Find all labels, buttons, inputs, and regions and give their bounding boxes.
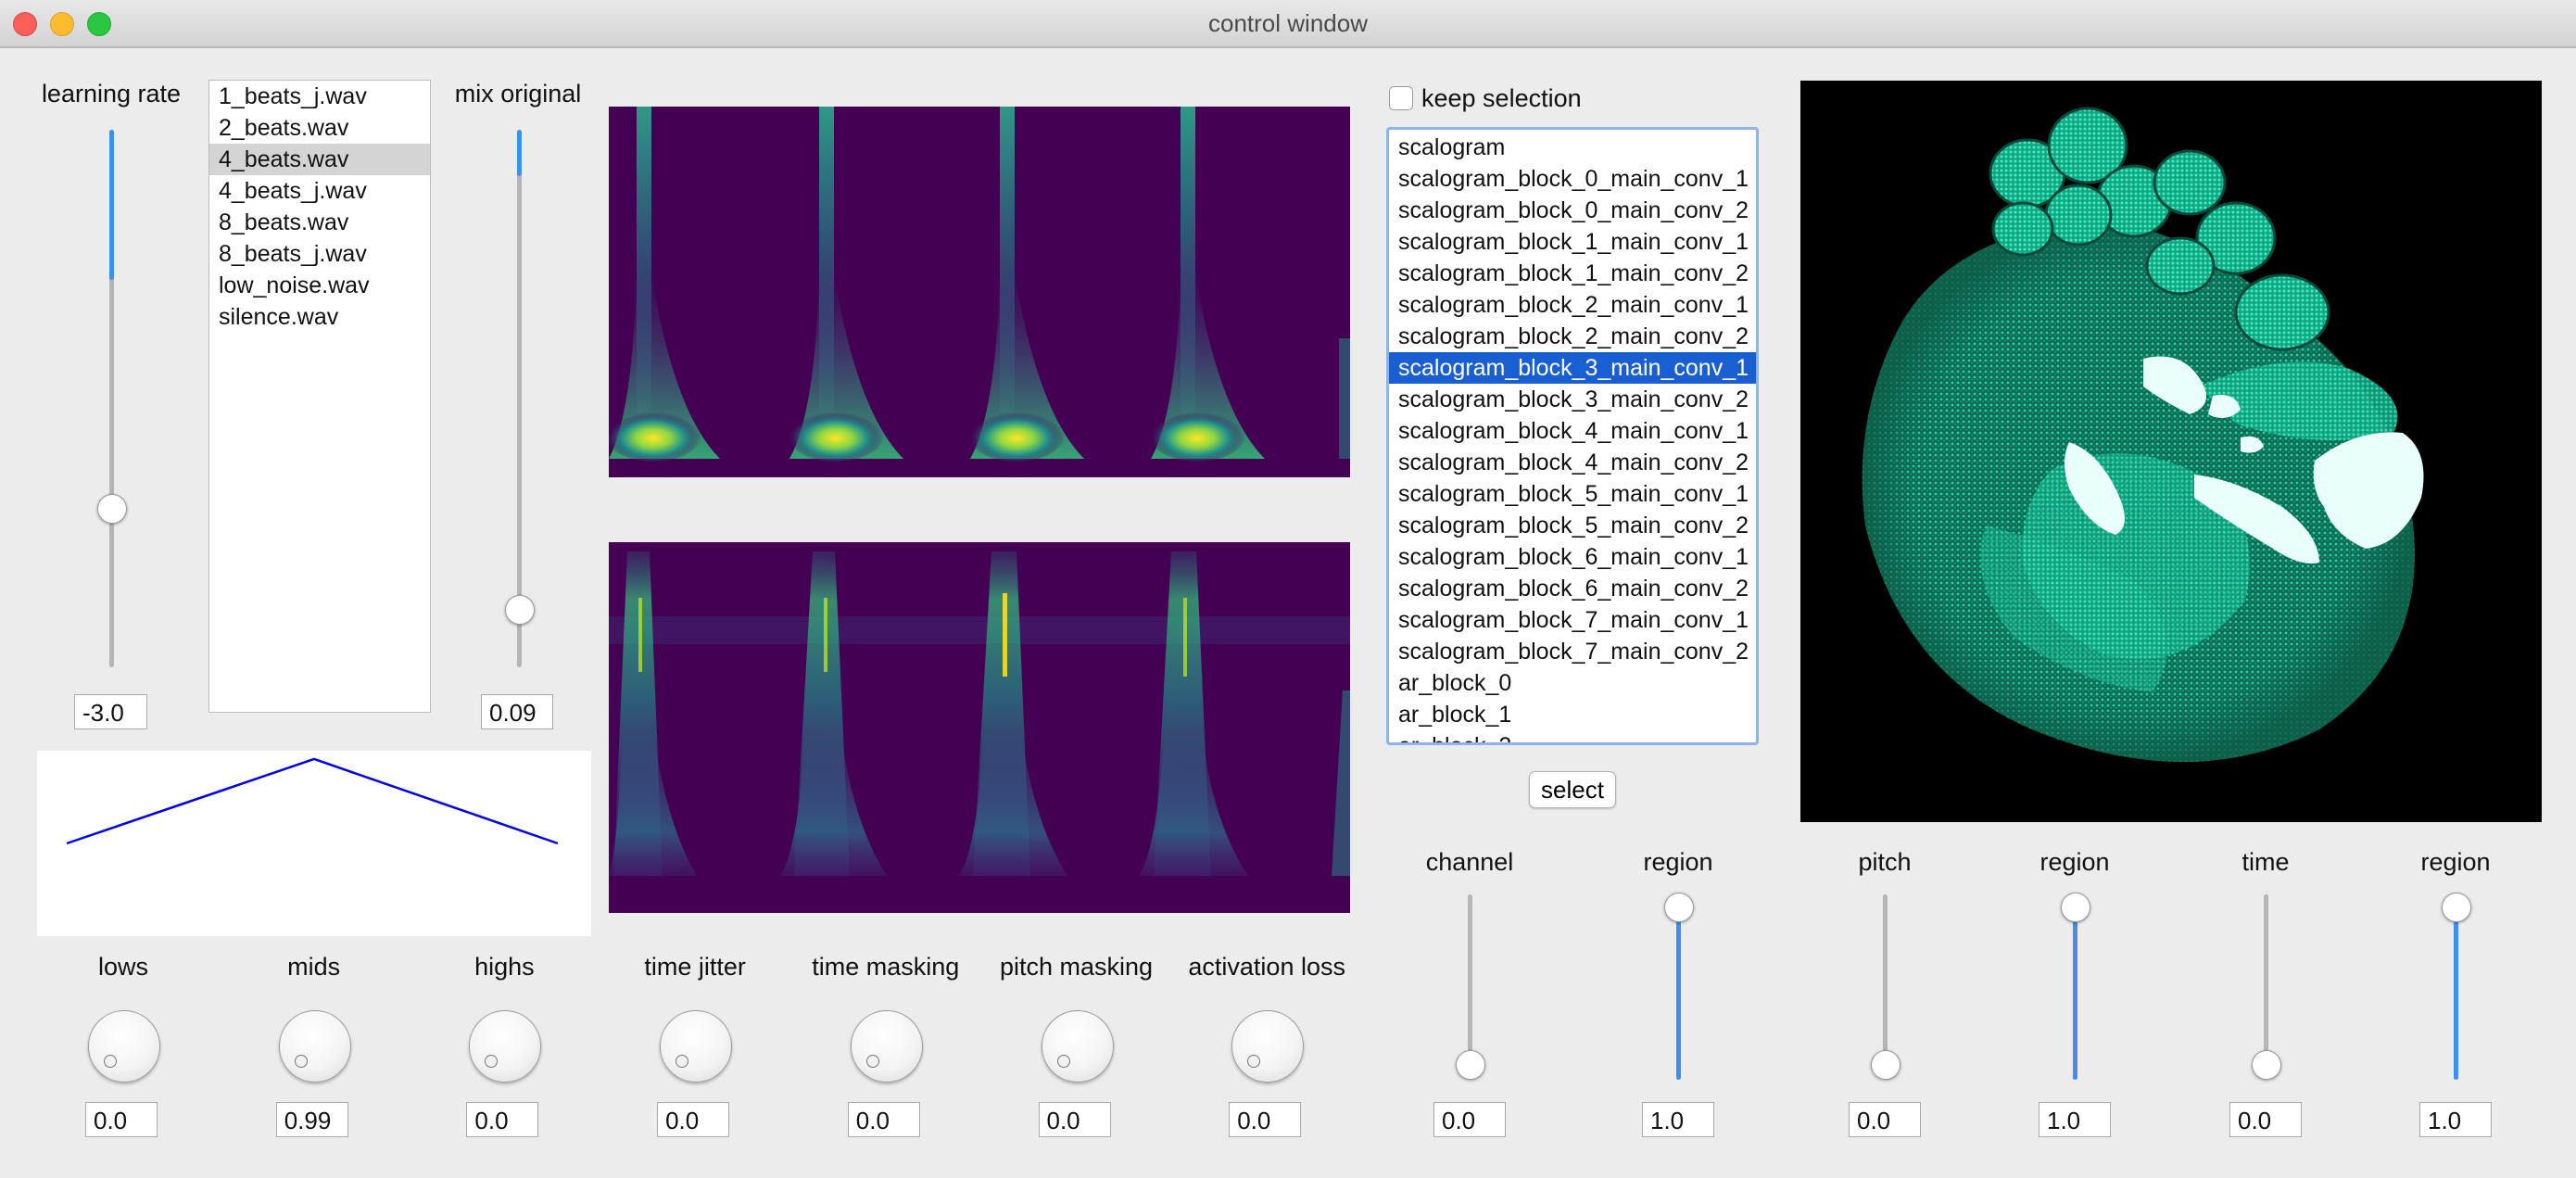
slider-3-fill [2073, 894, 2077, 1080]
slider-3-label: region [2039, 848, 2110, 876]
layer-list-item[interactable]: scalogram_block_1_main_conv_2 [1389, 258, 1756, 289]
slider-1-fill [1676, 894, 1681, 1080]
layer-list-item[interactable]: scalogram_block_4_main_conv_2 [1389, 447, 1756, 478]
knob-1[interactable] [278, 1010, 351, 1083]
slider-1-value[interactable]: 1.0 [1642, 1102, 1714, 1137]
layer-list-item[interactable]: scalogram_block_6_main_conv_2 [1389, 573, 1756, 604]
layer-list-item[interactable]: scalogram [1389, 132, 1756, 163]
knob-2-indicator-icon [485, 1055, 499, 1068]
cluster-visualization [1800, 81, 2542, 822]
knob-0-indicator-icon [104, 1055, 117, 1068]
learning-rate-label: learning rate [41, 80, 182, 108]
keep-selection-checkbox[interactable] [1389, 86, 1413, 110]
layer-list-item[interactable]: scalogram_block_2_main_conv_1 [1389, 289, 1756, 321]
layer-list-item[interactable]: scalogram_block_1_main_conv_1 [1389, 226, 1756, 258]
layer-list-item[interactable]: scalogram_block_3_main_conv_2 [1389, 384, 1756, 415]
knob-3-label: time jitter [644, 953, 746, 981]
knob-2-value[interactable]: 0.0 [466, 1102, 539, 1137]
slider-5-thumb[interactable] [2442, 893, 2471, 922]
slider-1-label: region [1643, 848, 1713, 876]
learning-rate-slider-thumb[interactable] [97, 494, 127, 524]
knob-2[interactable] [469, 1010, 542, 1083]
slider-5-label: region [2420, 848, 2491, 876]
file-list[interactable]: 1_beats_j.wav 2_beats.wav 4_beats.wav 4_bea… [208, 80, 431, 713]
knob-6-indicator-icon [1247, 1055, 1261, 1068]
knob-3[interactable] [660, 1010, 733, 1083]
file-list-item[interactable]: 8_beats_j.wav [209, 238, 430, 270]
slider-3-thumb[interactable] [2061, 893, 2090, 922]
file-list-item[interactable]: 1_beats_j.wav [209, 81, 430, 112]
file-list-item[interactable]: 4_beats_j.wav [209, 175, 430, 207]
layer-list-item[interactable]: ar_block_2 [1389, 730, 1756, 742]
layer-list-item[interactable]: scalogram_block_7_main_conv_2 [1389, 636, 1756, 667]
knob-1-indicator-icon [294, 1055, 308, 1068]
layer-list-item[interactable]: scalogram_block_2_main_conv_2 [1389, 321, 1756, 352]
slider-2-value[interactable]: 0.0 [1849, 1102, 1921, 1137]
title-bar: control window [0, 0, 2576, 48]
file-list-item[interactable]: 2_beats.wav [209, 112, 430, 144]
slider-1-thumb[interactable] [1664, 893, 1694, 922]
file-list-item[interactable]: 4_beats.wav [209, 144, 430, 175]
spectrogram-original [609, 107, 1350, 477]
slider-4-thumb[interactable] [2252, 1050, 2281, 1080]
slider-0-value[interactable]: 0.0 [1433, 1102, 1506, 1137]
layer-list-item[interactable]: scalogram_block_0_main_conv_2 [1389, 195, 1756, 226]
knob-4-value[interactable]: 0.0 [847, 1102, 920, 1137]
mix-original-slider[interactable] [517, 130, 522, 667]
knob-6-value[interactable]: 0.0 [1229, 1102, 1302, 1137]
mix-original-value[interactable]: 0.09 [481, 694, 553, 729]
file-list-item[interactable]: low_noise.wav [209, 270, 430, 301]
slider-0-label: channel [1425, 848, 1514, 876]
slider-2-thumb[interactable] [1871, 1050, 1900, 1080]
layer-list-item[interactable]: scalogram_block_5_main_conv_1 [1389, 478, 1756, 510]
knob-5[interactable] [1041, 1010, 1114, 1083]
layer-list[interactable]: scalogram scalogram_block_0_main_conv_1 sc… [1386, 127, 1759, 745]
layer-list-item[interactable]: ar_block_1 [1389, 699, 1756, 730]
file-list-item[interactable]: silence.wav [209, 301, 430, 333]
knob-6-label: activation loss [1188, 953, 1345, 981]
knob-1-label: mids [287, 953, 341, 981]
layer-list-item[interactable]: ar_block_0 [1389, 667, 1756, 699]
layer-list-item[interactable]: scalogram_block_0_main_conv_1 [1389, 163, 1756, 195]
select-button[interactable]: select [1529, 771, 1616, 808]
knob-3-indicator-icon [676, 1055, 689, 1068]
keep-selection-label: keep selection [1421, 84, 1582, 112]
knob-1-value[interactable]: 0.99 [275, 1102, 348, 1137]
layer-list-item[interactable]: scalogram_block_6_main_conv_1 [1389, 541, 1756, 573]
knob-5-indicator-icon [1056, 1055, 1070, 1068]
mix-original-slider-fill [517, 130, 522, 176]
envelope-graph[interactable] [37, 751, 591, 936]
knob-5-value[interactable]: 0.0 [1038, 1102, 1111, 1137]
slider-4-label: time [2241, 848, 2290, 876]
knob-6[interactable] [1231, 1010, 1305, 1083]
window-title: control window [1208, 9, 1368, 37]
learning-rate-value[interactable]: -3.0 [74, 694, 147, 729]
slider-5-fill [2454, 894, 2458, 1080]
knob-4-label: time masking [812, 953, 960, 981]
layer-list-item[interactable]: scalogram_block_7_main_conv_1 [1389, 604, 1756, 636]
knob-3-value[interactable]: 0.0 [657, 1102, 730, 1137]
slider-2-label: pitch [1858, 848, 1912, 876]
file-list-item[interactable]: 8_beats.wav [209, 207, 430, 238]
knob-4[interactable] [850, 1010, 923, 1083]
slider-0-thumb[interactable] [1456, 1050, 1485, 1080]
knob-0-label: lows [97, 953, 148, 981]
slider-4-value[interactable]: 0.0 [2229, 1102, 2302, 1137]
slider-5-value[interactable]: 1.0 [2419, 1102, 2492, 1137]
layer-list-item[interactable]: scalogram_block_3_main_conv_1 [1389, 352, 1756, 384]
envelope-graph-background [37, 751, 591, 936]
layer-list-item[interactable]: scalogram_block_4_main_conv_1 [1389, 415, 1756, 447]
learning-rate-slider-fill [109, 130, 114, 280]
knob-5-label: pitch masking [999, 953, 1154, 981]
knob-4-indicator-icon [865, 1055, 879, 1068]
knob-0-value[interactable]: 0.0 [85, 1102, 158, 1137]
mix-original-slider-thumb[interactable] [505, 595, 535, 625]
spectrogram-output [609, 542, 1350, 913]
slider-3-value[interactable]: 1.0 [2039, 1102, 2111, 1137]
mix-original-label: mix original [454, 80, 582, 108]
layer-list-item[interactable]: scalogram_block_5_main_conv_2 [1389, 510, 1756, 541]
knob-0[interactable] [88, 1010, 160, 1083]
knob-2-label: highs [474, 953, 535, 981]
